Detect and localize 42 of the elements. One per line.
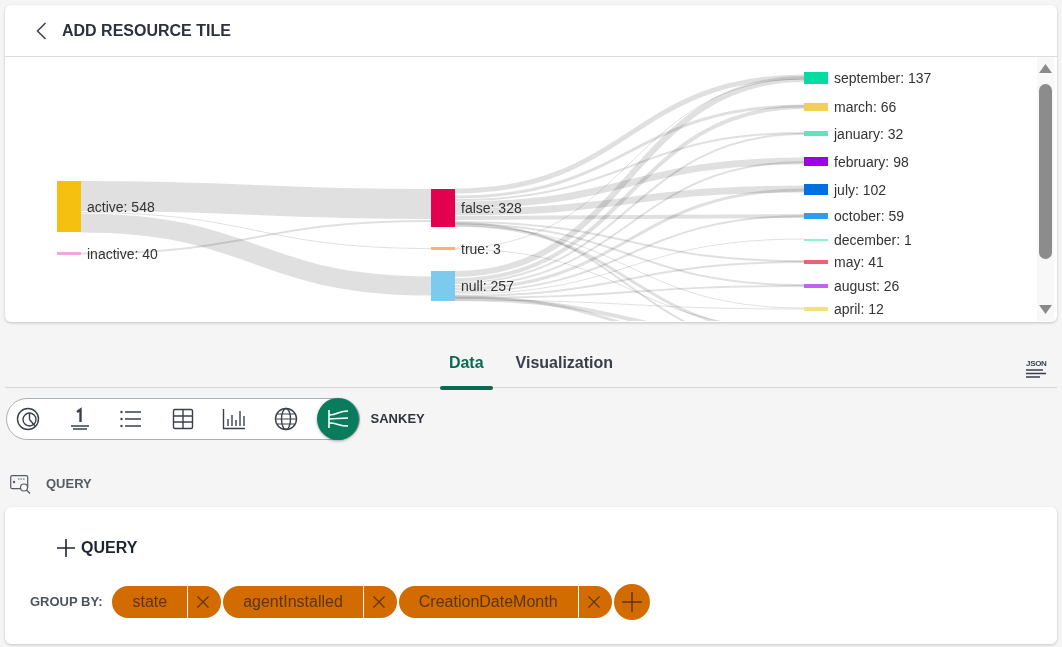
node-label: may: 41: [834, 254, 884, 270]
node-label: september: 137: [834, 70, 932, 86]
section-label: QUERY: [46, 475, 92, 494]
node-label: march: 66: [834, 99, 897, 115]
add-query-button[interactable]: QUERY: [55, 529, 140, 567]
group-chip[interactable]: state: [112, 586, 188, 618]
node-label: february: 98: [834, 153, 909, 170]
node-label: august: 26: [834, 278, 900, 294]
plus-icon: [57, 539, 75, 557]
node-label: july: 102: [834, 181, 887, 198]
json-button[interactable]: JSON: [1026, 359, 1048, 378]
add-group-button[interactable]: [613, 584, 650, 620]
plus-icon: [621, 592, 642, 612]
scrollbar-thumb[interactable]: [1039, 84, 1052, 259]
bar-chart-icon: [222, 407, 247, 431]
remove-chip-button[interactable]: [188, 586, 222, 618]
query-icon: [10, 474, 31, 494]
close-icon: [587, 596, 600, 608]
node-label: december: 1: [834, 232, 912, 248]
node-label: january: 32: [834, 125, 904, 142]
back-icon[interactable]: [36, 21, 47, 40]
tab[interactable]: Visualization: [506, 339, 623, 387]
chart-type-label: SANKEY: [370, 410, 425, 429]
page-title: ADD RESOURCE TILE: [62, 20, 231, 41]
close-icon: [197, 596, 210, 608]
group-chip[interactable]: CreationDateMonth: [398, 586, 578, 618]
lines-icon: [1026, 369, 1046, 378]
node-label: october: 59: [834, 208, 905, 224]
pie-chart-icon: [16, 407, 40, 431]
remove-chip-button[interactable]: [363, 586, 397, 618]
remove-chip-button[interactable]: [578, 586, 612, 618]
table-icon: [170, 407, 195, 431]
scroll-up-icon[interactable]: [1039, 64, 1052, 73]
scroll-down-icon[interactable]: [1039, 305, 1052, 314]
group-chip[interactable]: agentInstalled: [223, 586, 363, 618]
node-label: april: 12: [834, 301, 884, 317]
globe-icon: [273, 407, 298, 431]
chart-type-button[interactable]: [316, 398, 359, 440]
close-icon: [372, 596, 385, 608]
tab[interactable]: Data: [439, 339, 493, 387]
group-by-label: GROUP BY:: [30, 593, 103, 612]
sankey-icon: [325, 407, 350, 431]
